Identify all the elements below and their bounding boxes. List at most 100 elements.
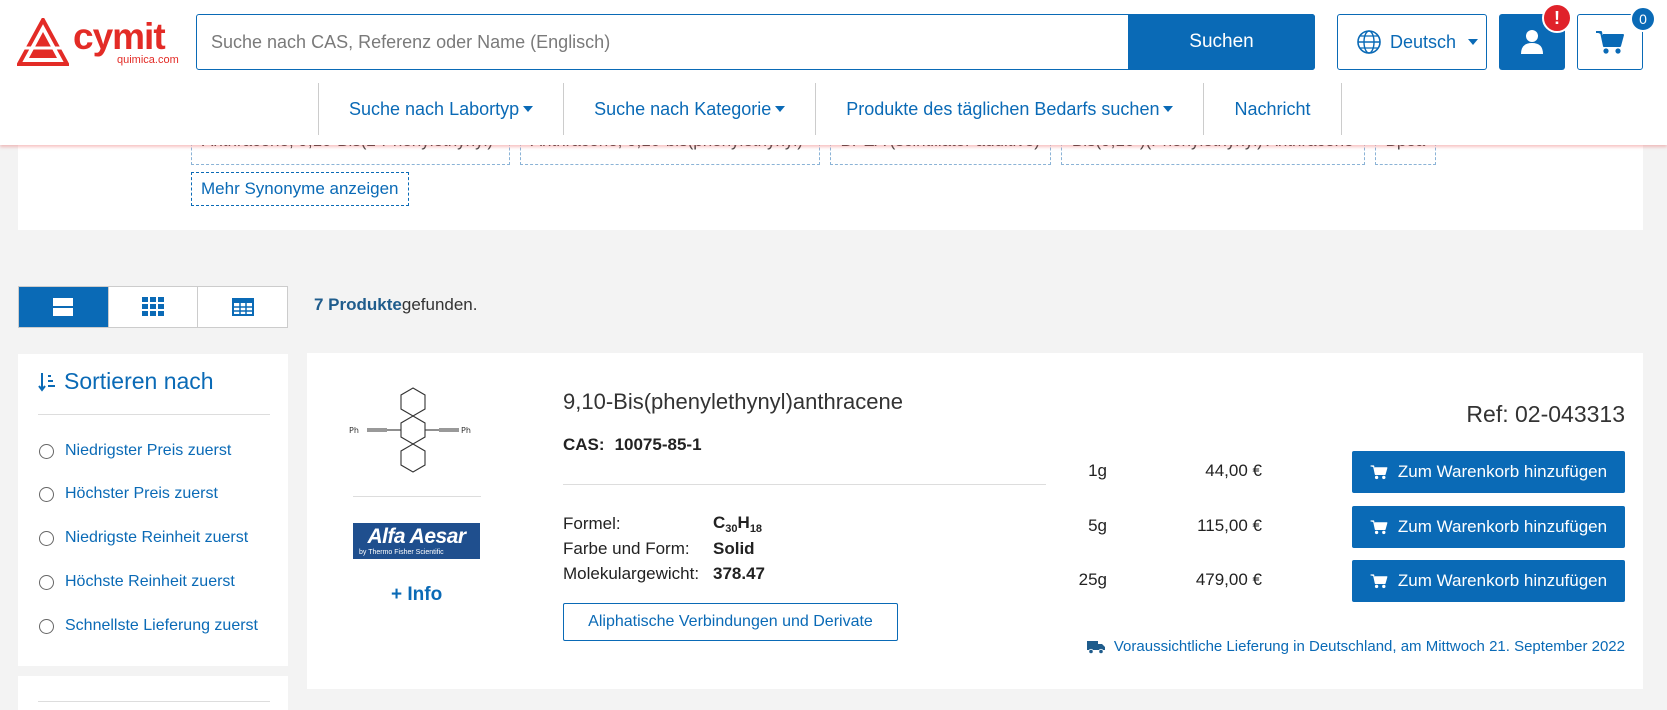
results-count: 7 Produktegefunden. bbox=[314, 295, 478, 315]
sort-panel: Sortieren nach Niedrigster Preis zuerst … bbox=[18, 354, 288, 666]
category-button[interactable]: Aliphatische Verbindungen und Derivate bbox=[563, 603, 898, 641]
cart-icon bbox=[1370, 465, 1388, 480]
delivery-estimate: Voraussichtliche Lieferung in Deutschlan… bbox=[1086, 638, 1625, 655]
logo-text: cymit bbox=[73, 16, 166, 57]
site-header: cymit quimica.com Suchen Deutsch ! bbox=[0, 0, 1667, 145]
grid-view-icon bbox=[142, 297, 164, 316]
spec-value-formula: C30H18 bbox=[713, 512, 763, 535]
table-view-icon bbox=[231, 298, 254, 316]
radio-button[interactable] bbox=[39, 443, 54, 459]
chevron-down-icon bbox=[775, 106, 786, 112]
list-view-icon bbox=[53, 298, 74, 316]
language-label: Deutsch bbox=[1390, 31, 1457, 52]
brand-name: Alfa Aesar bbox=[367, 525, 466, 548]
cas-value: 10075-85-1 bbox=[614, 435, 702, 454]
sort-option-label: Höchste Reinheit zuerst bbox=[65, 573, 235, 590]
sort-option-label: Höchster Preis zuerst bbox=[65, 485, 218, 502]
chevron-down-icon bbox=[1468, 39, 1479, 45]
price-quantity: 5g bbox=[1088, 516, 1107, 535]
truck-icon bbox=[1086, 640, 1105, 654]
price-row: 5g 115,00 € Zum Warenkorb hinzufügen bbox=[1027, 506, 1625, 548]
sort-option-highest-price[interactable]: Höchster Preis zuerst bbox=[39, 485, 218, 503]
add-to-cart-label: Zum Warenkorb hinzufügen bbox=[1397, 571, 1608, 590]
radio-button[interactable] bbox=[39, 486, 54, 502]
divider bbox=[563, 484, 1046, 485]
cas-label: CAS: bbox=[563, 435, 605, 454]
sort-option-label: Niedrigster Preis zuerst bbox=[65, 442, 232, 459]
sort-option-fastest-delivery[interactable]: Schnellste Lieferung zuerst bbox=[39, 617, 258, 635]
price-value: 479,00 € bbox=[1195, 570, 1262, 589]
product-card: Ph Ph Alfa Aesar by Thermo Fisher Scient… bbox=[307, 353, 1643, 689]
add-to-cart-button[interactable]: Zum Warenkorb hinzufügen bbox=[1352, 506, 1625, 548]
radio-button[interactable] bbox=[39, 574, 54, 590]
sort-option-label: Schnellste Lieferung zuerst bbox=[65, 617, 258, 634]
spec-molecular-weight: Molekulargewicht: 378.47 bbox=[563, 561, 765, 586]
show-more-synonyms-button[interactable]: Mehr Synonyme anzeigen bbox=[191, 172, 409, 206]
price-quantity: 1g bbox=[1088, 461, 1107, 480]
spec-label: Formel: bbox=[563, 513, 621, 533]
search-input[interactable] bbox=[211, 15, 1091, 69]
price-quantity: 25g bbox=[1078, 570, 1107, 589]
brand-subtitle: by Thermo Fisher Scientific bbox=[359, 549, 444, 556]
price-row: 25g 479,00 € Zum Warenkorb hinzufügen bbox=[1027, 560, 1625, 602]
nav-item-nachricht[interactable]: Nachricht bbox=[1203, 83, 1342, 135]
filter-panel bbox=[18, 676, 288, 710]
user-icon bbox=[1521, 30, 1543, 54]
view-toggle-group bbox=[18, 286, 288, 328]
sort-option-label: Niedrigste Reinheit zuerst bbox=[65, 529, 249, 546]
grid-view-button[interactable] bbox=[109, 287, 199, 327]
results-count-bold: 7 Produkte bbox=[314, 295, 402, 314]
spec-label: Farbe und Form: bbox=[563, 538, 690, 558]
cart-count-badge: 0 bbox=[1630, 6, 1656, 32]
add-to-cart-button[interactable]: Zum Warenkorb hinzufügen bbox=[1352, 451, 1625, 493]
cymit-logo[interactable]: cymit quimica.com bbox=[17, 16, 179, 68]
sort-title: Sortieren nach bbox=[38, 368, 214, 395]
product-name[interactable]: 9,10-Bis(phenylethynyl)anthracene bbox=[563, 389, 903, 415]
search-button[interactable]: Suchen bbox=[1128, 14, 1315, 70]
cart-icon bbox=[1370, 520, 1388, 535]
sort-option-lowest-purity[interactable]: Niedrigste Reinheit zuerst bbox=[39, 529, 248, 547]
svg-text:Ph: Ph bbox=[461, 426, 471, 435]
spec-color-form: Farbe und Form: Solid bbox=[563, 536, 765, 561]
divider bbox=[38, 414, 270, 415]
nav-item-label: Produkte des täglichen Bedarfs suchen bbox=[846, 98, 1160, 119]
nav-item-tagesbedarf[interactable]: Produkte des täglichen Bedarfs suchen bbox=[815, 83, 1203, 135]
nav-item-label: Suche nach Labortyp bbox=[349, 98, 520, 119]
price-value: 44,00 € bbox=[1205, 461, 1262, 480]
product-ref: Ref: 02-043313 bbox=[1466, 401, 1625, 427]
sort-option-lowest-price[interactable]: Niedrigster Preis zuerst bbox=[39, 442, 231, 460]
svg-text:Ph: Ph bbox=[349, 426, 359, 435]
molecule-structure-image[interactable]: Ph Ph bbox=[343, 383, 483, 473]
logo-subtext: quimica.com bbox=[117, 54, 179, 66]
spec-value: Solid bbox=[713, 538, 755, 558]
sort-option-highest-purity[interactable]: Höchste Reinheit zuerst bbox=[39, 573, 235, 591]
spec-label: Molekulargewicht: bbox=[563, 563, 700, 583]
sort-title-label: Sortieren nach bbox=[64, 368, 214, 394]
alfa-aesar-logo: Alfa Aesar by Thermo Fisher Scientific bbox=[353, 523, 480, 559]
add-to-cart-label: Zum Warenkorb hinzufügen bbox=[1397, 517, 1608, 536]
price-row: 1g 44,00 € Zum Warenkorb hinzufügen bbox=[1027, 451, 1625, 493]
globe-icon bbox=[1357, 30, 1381, 54]
language-selector[interactable]: Deutsch bbox=[1337, 14, 1487, 70]
radio-button[interactable] bbox=[39, 618, 54, 634]
divider bbox=[38, 701, 270, 702]
price-value: 115,00 € bbox=[1197, 516, 1262, 535]
spec-value: 378.47 bbox=[713, 563, 765, 583]
nav-item-labortyp[interactable]: Suche nach Labortyp bbox=[318, 83, 563, 135]
cart-icon bbox=[1370, 574, 1388, 589]
results-count-text: gefunden. bbox=[401, 295, 478, 314]
product-specs: Formel: C30H18 Farbe und Form: Solid Mol… bbox=[563, 511, 765, 586]
chevron-down-icon bbox=[1163, 106, 1174, 112]
add-to-cart-button[interactable]: Zum Warenkorb hinzufügen bbox=[1352, 560, 1625, 602]
main-navigation: Suche nach Labortyp Suche nach Kategorie… bbox=[318, 83, 1342, 135]
table-view-button[interactable] bbox=[198, 287, 287, 327]
spec-formula: Formel: C30H18 bbox=[563, 511, 765, 536]
divider bbox=[353, 496, 481, 497]
list-view-button[interactable] bbox=[19, 287, 109, 327]
sort-icon bbox=[38, 372, 55, 392]
nav-item-kategorie[interactable]: Suche nach Kategorie bbox=[563, 83, 815, 135]
logo-triangle-icon bbox=[17, 18, 69, 66]
add-to-cart-label: Zum Warenkorb hinzufügen bbox=[1397, 462, 1608, 481]
more-info-link[interactable]: + Info bbox=[391, 584, 442, 606]
radio-button[interactable] bbox=[39, 530, 54, 546]
